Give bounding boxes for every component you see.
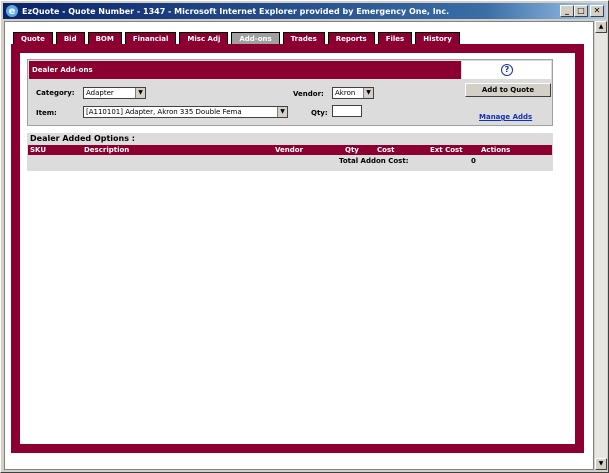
options-table-header: SKU Description Vendor Qty Cost Ext Cost… bbox=[28, 145, 552, 155]
item-value: [A110101] Adapter, Akron 335 Double Fema bbox=[86, 108, 242, 116]
minimize-button[interactable]: _ bbox=[560, 5, 574, 17]
dealer-addons-panel: Dealer Add-ons ? Category: Adapter ▼ Ven… bbox=[27, 59, 553, 126]
dealer-options-panel: Dealer Added Options : SKU Description V… bbox=[27, 133, 553, 171]
add-to-quote-button[interactable]: Add to Quote bbox=[465, 83, 551, 97]
scroll-down-icon[interactable]: ▼ bbox=[595, 458, 607, 470]
qty-input[interactable] bbox=[332, 105, 362, 117]
category-label: Category: bbox=[36, 89, 75, 97]
col-vendor: Vendor bbox=[275, 146, 304, 154]
item-select[interactable]: [A110101] Adapter, Akron 335 Double Fema… bbox=[83, 106, 288, 118]
vendor-label: Vendor: bbox=[293, 90, 324, 98]
chevron-down-icon[interactable]: ▼ bbox=[135, 88, 145, 98]
chevron-down-icon[interactable]: ▼ bbox=[363, 88, 373, 98]
col-sku: SKU bbox=[30, 146, 47, 154]
item-label: Item: bbox=[36, 109, 57, 117]
manage-adds-link[interactable]: Manage Adds bbox=[479, 113, 532, 121]
window-title: EzQuote - Quote Number - 1347 - Microsof… bbox=[22, 6, 450, 16]
col-qty: Qty bbox=[345, 146, 359, 154]
title-bar: e EzQuote - Quote Number - 1347 - Micros… bbox=[3, 3, 606, 19]
scroll-up-icon[interactable]: ▲ bbox=[595, 21, 607, 33]
close-button[interactable]: ✕ bbox=[590, 5, 604, 17]
browser-window: e EzQuote - Quote Number - 1347 - Micros… bbox=[0, 0, 609, 473]
col-cost: Cost bbox=[377, 146, 395, 154]
col-ext-cost: Ext Cost bbox=[430, 146, 463, 154]
dealer-options-title: Dealer Added Options : bbox=[30, 134, 135, 143]
vertical-scrollbar[interactable]: ▲ ▼ bbox=[595, 21, 607, 470]
maximize-button[interactable]: □ bbox=[574, 5, 588, 17]
col-description: Description bbox=[84, 146, 130, 154]
help-box: ? bbox=[462, 61, 551, 79]
chevron-down-icon[interactable]: ▼ bbox=[277, 107, 287, 117]
vendor-select[interactable]: Akron ▼ bbox=[332, 87, 374, 99]
qty-label: Qty: bbox=[311, 109, 328, 117]
tab-panel-frame: Dealer Add-ons ? Category: Adapter ▼ Ven… bbox=[11, 44, 584, 453]
category-select[interactable]: Adapter ▼ bbox=[83, 87, 146, 99]
vendor-value: Akron bbox=[335, 89, 356, 97]
tab-panel: Dealer Add-ons ? Category: Adapter ▼ Ven… bbox=[20, 53, 575, 444]
total-addon-cost-label: Total Addon Cost: bbox=[339, 157, 409, 165]
col-actions: Actions bbox=[481, 146, 511, 154]
total-addon-cost-value: 0 bbox=[471, 157, 476, 165]
category-value: Adapter bbox=[86, 89, 114, 97]
ie-icon: e bbox=[6, 5, 18, 17]
dealer-addons-header: Dealer Add-ons bbox=[29, 61, 461, 79]
help-icon[interactable]: ? bbox=[501, 64, 513, 76]
